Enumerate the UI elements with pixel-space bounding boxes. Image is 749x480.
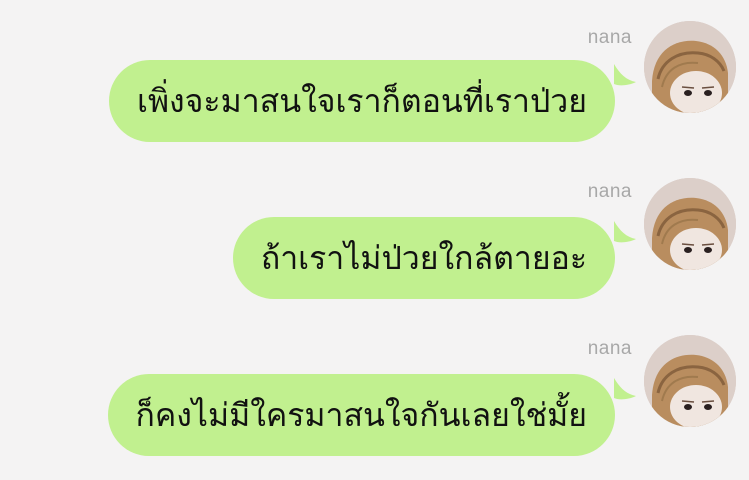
sender-name: nana: [587, 181, 632, 202]
bubble-tail-icon: [614, 64, 636, 86]
user-avatar-photo-icon: [644, 178, 736, 270]
bubble-tail-icon: [614, 221, 636, 243]
message-bubble[interactable]: ก็คงไม่มีใครมาสนใจกันเลยใช่มั้ย: [107, 374, 615, 456]
message-group: nana ก็คงไม่มีใครมาสนใจกันเลยใช่มั้ย: [0, 332, 749, 462]
message-bubble[interactable]: เพิ่งจะมาสนใจเราก็ตอนที่เราป่วย: [109, 60, 615, 142]
avatar[interactable]: [644, 21, 736, 113]
avatar[interactable]: [644, 335, 736, 427]
message-group: nana เพิ่งจะมาสนใจเราก็ตอนที่เราป่วย: [0, 18, 749, 148]
sender-name: nana: [587, 27, 632, 48]
bubble-tail-icon: [614, 378, 636, 400]
sender-name: nana: [587, 338, 632, 359]
user-avatar-photo-icon: [644, 335, 736, 427]
avatar[interactable]: [644, 178, 736, 270]
chat-thread: nana เพิ่งจะมาสนใจเราก็ตอนที่เราป่วย nan…: [0, 0, 749, 480]
message-group: nana ถ้าเราไม่ป่วยใกล้ตายอะ: [0, 175, 749, 305]
message-bubble[interactable]: ถ้าเราไม่ป่วยใกล้ตายอะ: [232, 217, 615, 299]
user-avatar-photo-icon: [644, 21, 736, 113]
